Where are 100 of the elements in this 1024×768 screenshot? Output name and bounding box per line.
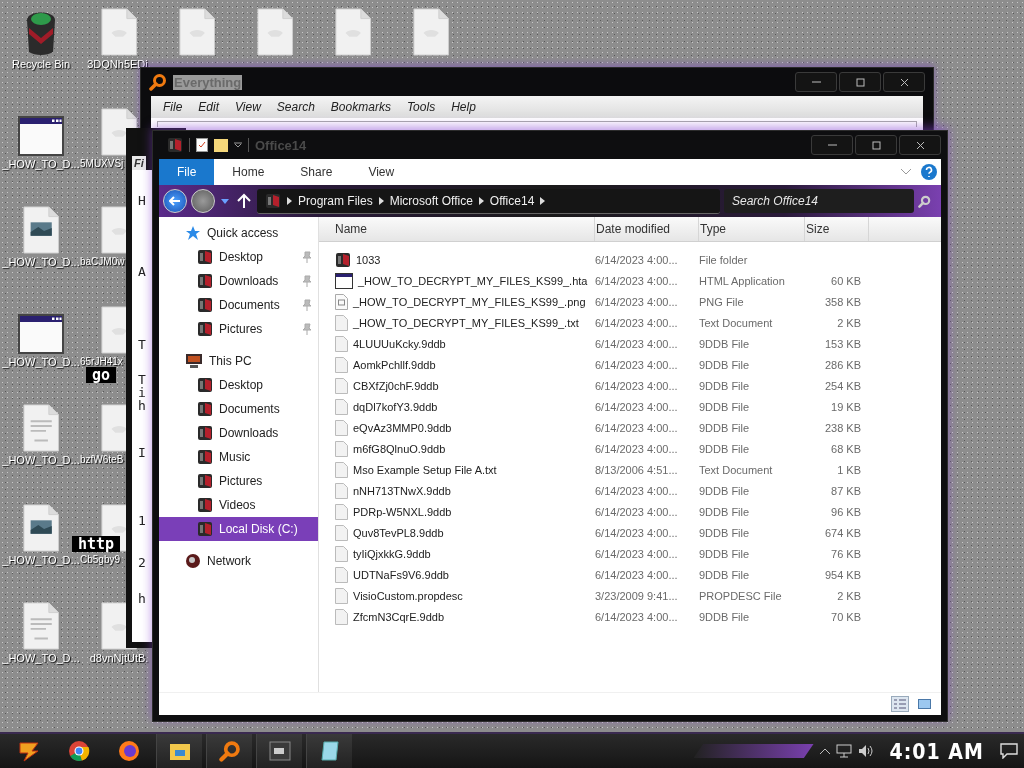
size-cell-text: 60 KB (830, 274, 862, 287)
file-name[interactable]: Quv8TevPL8.9ddb (335, 524, 595, 541)
terminal-text: go (86, 367, 117, 383)
taskbar-app[interactable] (306, 734, 352, 768)
file-name[interactable]: eQvAz3MMP0.9ddb (335, 419, 595, 436)
file-name[interactable]: PDRp-W5NXL.9ddb (335, 503, 595, 520)
blank-file-icon (99, 8, 139, 56)
search-field[interactable]: Search Office14 (724, 189, 914, 213)
folder-icon (197, 321, 213, 337)
type-cell-text: File folder (699, 253, 749, 266)
size-cell-text: 76 KB (830, 547, 862, 560)
application-window-icon (18, 314, 64, 354)
menu-item[interactable]: File (157, 100, 189, 114)
column-header[interactable]: Type (699, 217, 805, 241)
navigation-item[interactable]: Pictures (159, 317, 318, 341)
back-button[interactable] (163, 189, 187, 213)
file-name[interactable]: 4LUUUuKcky.9ddb (335, 335, 595, 352)
navigation-item[interactable]: Documents (159, 293, 318, 317)
blank-file-icon (333, 8, 373, 56)
file-name[interactable]: tyIiQjxkkG.9ddb (335, 545, 595, 562)
column-header[interactable]: Size (805, 217, 869, 241)
navigation-item[interactable]: Quick access (159, 221, 318, 245)
navigation-item[interactable]: Downloads (159, 269, 318, 293)
history-dropdown-button[interactable] (219, 198, 231, 204)
breadcrumb-item[interactable]: Microsoft Office (389, 193, 473, 208)
date-cell-text: 6/14/2023 4:00... (595, 547, 679, 560)
breadcrumb-item[interactable]: Office14 (489, 193, 535, 208)
ribbon-tab[interactable]: File (159, 159, 215, 185)
text-line: T (138, 373, 146, 386)
column-header[interactable]: Date modified (595, 217, 699, 241)
folder-icon (214, 138, 228, 152)
up-button[interactable] (235, 193, 253, 209)
address-bar[interactable]: Program Files Microsoft Office Office14 (257, 188, 720, 214)
date-cell-text: 3/23/2009 9:41... (595, 589, 679, 602)
blank-file-icon (411, 8, 451, 56)
menu-item[interactable]: Help (445, 100, 482, 114)
navigation-item[interactable]: Downloads (159, 421, 318, 445)
forward-button[interactable] (191, 189, 215, 213)
type-cell-text: PROPDESC File (699, 589, 783, 602)
file-name[interactable]: nNH713TNwX.9ddb (335, 482, 595, 499)
dropdown-icon (234, 142, 242, 148)
folder-icon (197, 377, 213, 393)
navigation-item[interactable]: Local Disk (C:) (159, 517, 318, 541)
menu-item[interactable]: Search (270, 100, 321, 114)
taskbar-app[interactable] (156, 734, 202, 768)
file-icon (335, 566, 348, 583)
taskbar-app[interactable] (256, 734, 302, 768)
file-name[interactable]: Mso Example Setup File A.txt (335, 461, 595, 478)
ribbon-tab[interactable]: Share (282, 159, 351, 185)
maximize-button[interactable] (839, 72, 881, 92)
search-field[interactable] (157, 121, 917, 127)
taskbar-app[interactable] (206, 734, 252, 768)
ribbon-tab[interactable]: View (350, 159, 413, 185)
menu-item[interactable]: View (229, 100, 267, 114)
maximize-button[interactable] (855, 135, 897, 155)
text-line: 2 (138, 556, 146, 569)
size-cell-text: 68 KB (830, 442, 862, 455)
ribbon-tab[interactable]: Home (214, 159, 283, 185)
file-name[interactable]: dqDl7kofY3.9ddb (335, 398, 595, 415)
menu-item[interactable]: Bookmarks (324, 100, 397, 114)
file-name[interactable]: UDTNaFs9V6.9ddb (335, 566, 595, 583)
app-icon (167, 137, 183, 153)
navigation-item[interactable]: Network (159, 549, 318, 573)
navigation-item[interactable]: This PC (159, 349, 318, 373)
thumbnail-view-button[interactable] (915, 696, 933, 712)
clock[interactable]: 4:01 AM (879, 738, 994, 764)
file-name[interactable]: ZfcmN3CqrE.9ddb (335, 608, 595, 625)
magnifier-icon (218, 740, 241, 762)
pin-icon (302, 299, 312, 311)
size-cell-text: 19 KB (830, 400, 862, 413)
minimize-button[interactable] (811, 135, 853, 155)
image-file-icon (21, 206, 61, 254)
navigation-item[interactable]: Videos (159, 493, 318, 517)
navigation-item[interactable]: Music (159, 445, 318, 469)
file-name[interactable]: 1033 (335, 251, 595, 268)
minimize-button[interactable] (795, 72, 837, 92)
navigation-item[interactable]: Desktop (159, 245, 318, 269)
size-cell-text: 2 KB (836, 316, 862, 329)
file-icon (335, 314, 348, 331)
file-name[interactable]: _HOW_TO_DECRYPT_MY_FILES_KS99_.txt (335, 314, 595, 331)
navigation-item[interactable]: Documents (159, 397, 318, 421)
menu-item[interactable]: Tools (400, 100, 442, 114)
breadcrumb-item[interactable]: Program Files (298, 193, 373, 208)
up-arrow-icon (237, 193, 251, 209)
text-line: H (138, 194, 146, 207)
type-cell-text: 9DDB File (699, 337, 751, 350)
file-name[interactable]: CBXfZj0chF.9ddb (335, 377, 595, 394)
navigation-item[interactable]: Desktop (159, 373, 318, 397)
menu-item[interactable]: Edit (192, 100, 226, 114)
file-name[interactable]: AomkPchllf.9ddb (335, 356, 595, 373)
column-header[interactable]: Name (335, 217, 595, 241)
date-cell-text: 6/14/2023 4:00... (595, 400, 679, 413)
expand-icon (901, 169, 911, 175)
navigation-item[interactable]: Pictures (159, 469, 318, 493)
file-name[interactable]: _HOW_TO_DECRYPT_MY_FILES_KS99_.hta (335, 272, 595, 289)
chrome-icon (68, 740, 90, 762)
file-name[interactable]: _HOW_TO_DECRYPT_MY_FILES_KS99_.png (335, 293, 595, 310)
file-name[interactable]: VisioCustom.propdesc (335, 587, 595, 604)
menu-item[interactable]: Fi (132, 156, 146, 170)
file-name[interactable]: m6fG8QlnuO.9ddb (335, 440, 595, 457)
